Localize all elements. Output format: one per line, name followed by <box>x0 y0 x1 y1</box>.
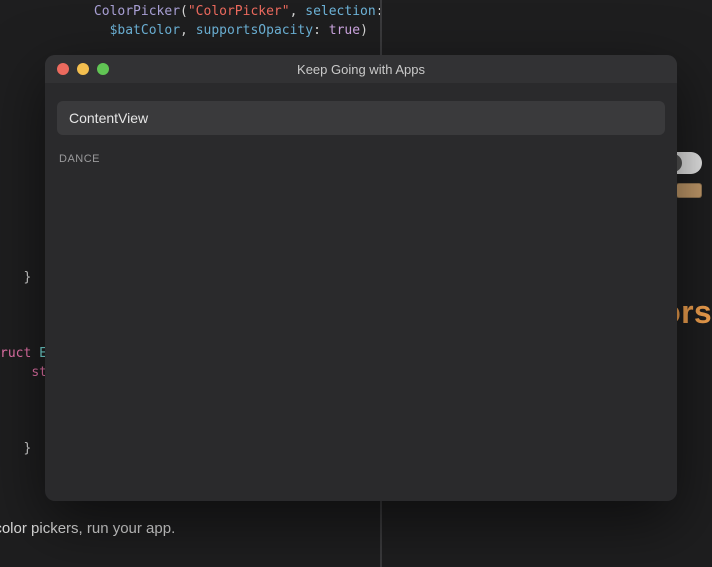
instruction-text: t color pickers, run your app. <box>0 520 175 537</box>
dialog-titlebar[interactable]: Keep Going with Apps <box>45 55 677 83</box>
color-swatch[interactable] <box>676 183 702 198</box>
dialog-title: Keep Going with Apps <box>45 62 677 77</box>
code-string: "ColorPicker" <box>188 4 290 19</box>
code-fn: ColorPicker <box>94 4 180 19</box>
dialog-body: DANCE <box>45 83 677 501</box>
search-input[interactable] <box>57 101 665 135</box>
section-header: DANCE <box>57 153 665 165</box>
quick-open-dialog: Keep Going with Apps DANCE <box>45 55 677 501</box>
